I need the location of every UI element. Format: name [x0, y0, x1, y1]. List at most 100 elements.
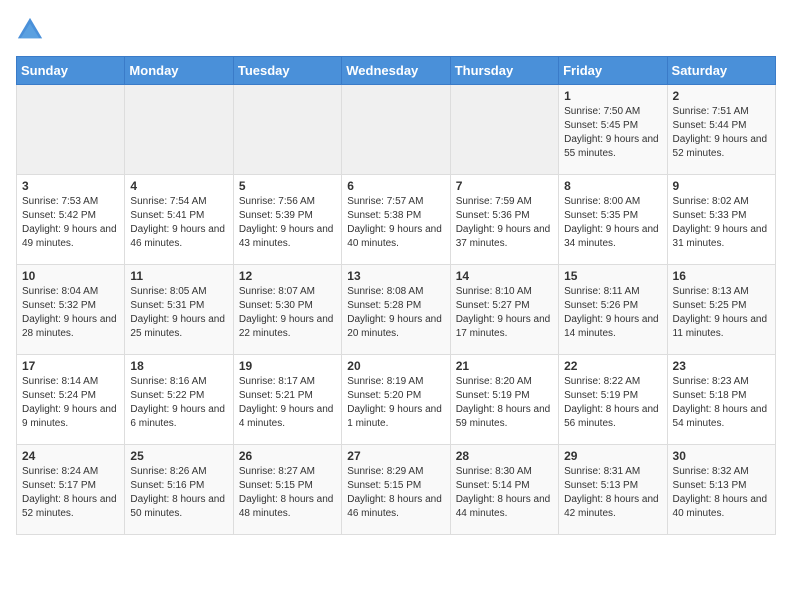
day-number: 4 — [130, 179, 227, 193]
day-number: 17 — [22, 359, 119, 373]
calendar-day-cell: 26Sunrise: 8:27 AMSunset: 5:15 PMDayligh… — [233, 445, 341, 535]
day-number: 24 — [22, 449, 119, 463]
calendar-day-cell: 3 Sunrise: 7:53 AMSunset: 5:42 PMDaylight… — [17, 175, 125, 265]
day-number: 30 — [673, 449, 770, 463]
day-info: Sunrise: 8:22 AMSunset: 5:19 PMDaylight:… — [564, 375, 661, 431]
calendar-day-cell: 2 Sunrise: 7:51 AMSunset: 5:44 PMDaylight… — [667, 85, 775, 175]
day-info: Sunrise: 8:04 AMSunset: 5:32 PMDaylight:… — [22, 285, 119, 341]
calendar-day-cell: 8Sunrise: 8:00 AMSunset: 5:35 PMDaylight… — [559, 175, 667, 265]
calendar-day-cell — [125, 85, 233, 175]
day-number: 2 — [673, 89, 770, 103]
day-info: Sunrise: 8:30 AMSunset: 5:14 PMDaylight:… — [456, 465, 553, 521]
calendar-week-row: 1 Sunrise: 7:50 AMSunset: 5:45 PMDaylight… — [17, 85, 776, 175]
calendar-day-cell: 17 Sunrise: 8:14 AMSunset: 5:24 PMDayligh… — [17, 355, 125, 445]
day-info: Sunrise: 8:14 AMSunset: 5:24 PMDaylight:… — [22, 375, 119, 431]
day-number: 23 — [673, 359, 770, 373]
calendar-day-cell: 4 Sunrise: 7:54 AMSunset: 5:41 PMDaylight… — [125, 175, 233, 265]
calendar-day-cell — [233, 85, 341, 175]
day-number: 26 — [239, 449, 336, 463]
calendar-day-cell: 5Sunrise: 7:56 AMSunset: 5:39 PMDaylight… — [233, 175, 341, 265]
calendar-week-row: 24 Sunrise: 8:24 AMSunset: 5:17 PMDayligh… — [17, 445, 776, 535]
day-number: 14 — [456, 269, 553, 283]
day-number: 1 — [564, 89, 661, 103]
day-info: Sunrise: 8:10 AMSunset: 5:27 PMDaylight:… — [456, 285, 553, 341]
day-info: Sunrise: 7:54 AMSunset: 5:41 PMDaylight:… — [130, 195, 227, 251]
calendar-day-cell: 6 Sunrise: 7:57 AMSunset: 5:38 PMDaylight… — [342, 175, 450, 265]
day-number: 29 — [564, 449, 661, 463]
calendar-day-cell: 18 Sunrise: 8:16 AMSunset: 5:22 PMDayligh… — [125, 355, 233, 445]
calendar-day-cell: 15 Sunrise: 8:11 AMSunset: 5:26 PMDayligh… — [559, 265, 667, 355]
day-info: Sunrise: 8:26 AMSunset: 5:16 PMDaylight:… — [130, 465, 227, 521]
day-number: 13 — [347, 269, 444, 283]
day-info: Sunrise: 7:56 AMSunset: 5:39 PMDaylight:… — [239, 195, 336, 251]
calendar-table: SundayMondayTuesdayWednesdayThursdayFrid… — [16, 56, 776, 535]
day-number: 16 — [673, 269, 770, 283]
calendar-day-cell: 16Sunrise: 8:13 AMSunset: 5:25 PMDayligh… — [667, 265, 775, 355]
day-info: Sunrise: 8:32 AMSunset: 5:13 PMDaylight:… — [673, 465, 770, 521]
weekday-header: Wednesday — [342, 57, 450, 85]
day-info: Sunrise: 8:07 AMSunset: 5:30 PMDaylight:… — [239, 285, 336, 341]
day-info: Sunrise: 8:20 AMSunset: 5:19 PMDaylight:… — [456, 375, 553, 431]
calendar-day-cell: 7 Sunrise: 7:59 AMSunset: 5:36 PMDaylight… — [450, 175, 558, 265]
day-info: Sunrise: 8:02 AMSunset: 5:33 PMDaylight:… — [673, 195, 770, 251]
day-info: Sunrise: 8:11 AMSunset: 5:26 PMDaylight:… — [564, 285, 661, 341]
calendar-day-cell: 13 Sunrise: 8:08 AMSunset: 5:28 PMDayligh… — [342, 265, 450, 355]
day-number: 12 — [239, 269, 336, 283]
calendar-day-cell: 20 Sunrise: 8:19 AMSunset: 5:20 PMDayligh… — [342, 355, 450, 445]
weekday-header: Sunday — [17, 57, 125, 85]
weekday-header: Thursday — [450, 57, 558, 85]
day-info: Sunrise: 7:50 AMSunset: 5:45 PMDaylight:… — [564, 105, 661, 161]
day-number: 22 — [564, 359, 661, 373]
calendar-day-cell: 28Sunrise: 8:30 AMSunset: 5:14 PMDayligh… — [450, 445, 558, 535]
day-number: 9 — [673, 179, 770, 193]
logo — [16, 16, 48, 44]
day-number: 27 — [347, 449, 444, 463]
weekday-header: Monday — [125, 57, 233, 85]
calendar-day-cell: 22 Sunrise: 8:22 AMSunset: 5:19 PMDayligh… — [559, 355, 667, 445]
day-info: Sunrise: 8:16 AMSunset: 5:22 PMDaylight:… — [130, 375, 227, 431]
day-info: Sunrise: 7:51 AMSunset: 5:44 PMDaylight:… — [673, 105, 770, 161]
calendar-day-cell: 30 Sunrise: 8:32 AMSunset: 5:13 PMDayligh… — [667, 445, 775, 535]
day-number: 18 — [130, 359, 227, 373]
weekday-header-row: SundayMondayTuesdayWednesdayThursdayFrid… — [17, 57, 776, 85]
day-number: 21 — [456, 359, 553, 373]
calendar-day-cell: 27 Sunrise: 8:29 AMSunset: 5:15 PMDayligh… — [342, 445, 450, 535]
weekday-header: Tuesday — [233, 57, 341, 85]
day-number: 8 — [564, 179, 661, 193]
day-info: Sunrise: 8:19 AMSunset: 5:20 PMDaylight:… — [347, 375, 444, 431]
calendar-day-cell: 11Sunrise: 8:05 AMSunset: 5:31 PMDayligh… — [125, 265, 233, 355]
day-number: 3 — [22, 179, 119, 193]
calendar-day-cell: 29Sunrise: 8:31 AMSunset: 5:13 PMDayligh… — [559, 445, 667, 535]
calendar-day-cell — [450, 85, 558, 175]
calendar-week-row: 10 Sunrise: 8:04 AMSunset: 5:32 PMDayligh… — [17, 265, 776, 355]
logo-icon — [16, 16, 44, 44]
day-info: Sunrise: 7:57 AMSunset: 5:38 PMDaylight:… — [347, 195, 444, 251]
day-info: Sunrise: 7:53 AMSunset: 5:42 PMDaylight:… — [22, 195, 119, 251]
calendar-day-cell: 12 Sunrise: 8:07 AMSunset: 5:30 PMDayligh… — [233, 265, 341, 355]
calendar-day-cell: 21 Sunrise: 8:20 AMSunset: 5:19 PMDayligh… — [450, 355, 558, 445]
calendar-day-cell: 25Sunrise: 8:26 AMSunset: 5:16 PMDayligh… — [125, 445, 233, 535]
day-info: Sunrise: 8:29 AMSunset: 5:15 PMDaylight:… — [347, 465, 444, 521]
calendar-day-cell: 23 Sunrise: 8:23 AMSunset: 5:18 PMDayligh… — [667, 355, 775, 445]
calendar-day-cell — [342, 85, 450, 175]
weekday-header: Friday — [559, 57, 667, 85]
weekday-header: Saturday — [667, 57, 775, 85]
calendar-day-cell: 10 Sunrise: 8:04 AMSunset: 5:32 PMDayligh… — [17, 265, 125, 355]
calendar-day-cell: 14 Sunrise: 8:10 AMSunset: 5:27 PMDayligh… — [450, 265, 558, 355]
day-number: 6 — [347, 179, 444, 193]
calendar-week-row: 17 Sunrise: 8:14 AMSunset: 5:24 PMDayligh… — [17, 355, 776, 445]
day-number: 10 — [22, 269, 119, 283]
header — [16, 16, 776, 44]
calendar-day-cell: 24 Sunrise: 8:24 AMSunset: 5:17 PMDayligh… — [17, 445, 125, 535]
calendar-week-row: 3 Sunrise: 7:53 AMSunset: 5:42 PMDaylight… — [17, 175, 776, 265]
day-number: 15 — [564, 269, 661, 283]
day-info: Sunrise: 8:08 AMSunset: 5:28 PMDaylight:… — [347, 285, 444, 341]
day-info: Sunrise: 7:59 AMSunset: 5:36 PMDaylight:… — [456, 195, 553, 251]
day-info: Sunrise: 8:17 AMSunset: 5:21 PMDaylight:… — [239, 375, 336, 431]
day-info: Sunrise: 8:23 AMSunset: 5:18 PMDaylight:… — [673, 375, 770, 431]
day-number: 19 — [239, 359, 336, 373]
day-number: 20 — [347, 359, 444, 373]
day-info: Sunrise: 8:24 AMSunset: 5:17 PMDaylight:… — [22, 465, 119, 521]
day-number: 7 — [456, 179, 553, 193]
calendar-day-cell: 9 Sunrise: 8:02 AMSunset: 5:33 PMDaylight… — [667, 175, 775, 265]
